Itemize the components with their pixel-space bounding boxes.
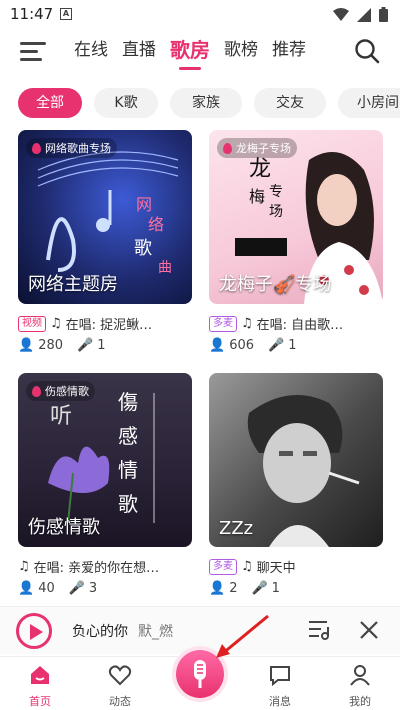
room-cover: ZZz bbox=[209, 373, 383, 547]
multi-mic-badge: 多麦 bbox=[209, 315, 237, 332]
song-singer: 默_燃 bbox=[138, 624, 173, 640]
category-tabs: 在线 直播 歌房 歌榜 推荐 bbox=[74, 36, 306, 64]
room-now-playing: ♫ 在唱: 亲爱的你在想… bbox=[18, 559, 160, 576]
chip-small-room[interactable]: 小房间 bbox=[338, 88, 400, 118]
music-note-icon: ♫ bbox=[241, 316, 253, 331]
svg-text:歌: 歌 bbox=[118, 492, 138, 516]
nav-feed[interactable]: 动态 bbox=[90, 663, 150, 709]
room-tag: 伤感情歌 bbox=[26, 381, 95, 401]
battery-icon bbox=[379, 7, 388, 22]
mic-icon: 🎤 bbox=[68, 581, 85, 596]
room-now-playing: 多麦 ♫ 在唱: 自由歌… bbox=[209, 314, 383, 333]
multi-mic-badge: 多麦 bbox=[209, 558, 237, 575]
user-icon: 👤 bbox=[209, 338, 226, 353]
user-icon: 👤 bbox=[18, 581, 35, 596]
close-icon[interactable] bbox=[358, 619, 380, 641]
tab-live[interactable]: 直播 bbox=[122, 36, 156, 64]
room-stats: 👤 2 🎤 1 bbox=[209, 581, 280, 596]
music-note-icon: ♫ bbox=[18, 559, 30, 574]
signal-icon bbox=[357, 7, 371, 22]
svg-text:情: 情 bbox=[118, 458, 138, 482]
svg-text:场: 场 bbox=[269, 204, 283, 220]
room-cover-title: 网络主题房 bbox=[28, 274, 118, 295]
room-stats: 👤 606 🎤 1 bbox=[209, 338, 297, 353]
room-tag: 龙梅子专场 bbox=[217, 138, 297, 158]
top-nav: 在线 直播 歌房 歌榜 推荐 bbox=[0, 30, 400, 74]
annotation-arrow bbox=[216, 614, 269, 658]
svg-text:感: 感 bbox=[118, 424, 138, 448]
svg-text:傷: 傷 bbox=[118, 390, 138, 414]
room-tag: 网络歌曲专场 bbox=[26, 138, 117, 158]
song-title: 负心的你 bbox=[72, 624, 128, 640]
user-icon: 👤 bbox=[209, 581, 226, 596]
app-notification-icon: A bbox=[60, 8, 72, 20]
nav-home[interactable]: 首页 bbox=[10, 663, 70, 709]
music-note-icon: ♫ bbox=[50, 316, 62, 331]
tab-recommend[interactable]: 推荐 bbox=[272, 36, 306, 64]
room-cover: 听 傷 感 情 歌 伤感情歌 伤感情歌 bbox=[18, 373, 192, 547]
mini-player[interactable]: 负心的你 默_燃 bbox=[0, 606, 400, 654]
svg-text:听: 听 bbox=[50, 404, 72, 429]
menu-icon[interactable] bbox=[20, 40, 46, 62]
svg-text:曲: 曲 bbox=[158, 260, 172, 276]
room-cover: 网 络 歌 曲 网络歌曲专场 网络主题房 bbox=[18, 130, 192, 304]
mic-icon: 🎤 bbox=[251, 581, 268, 596]
tab-charts[interactable]: 歌榜 bbox=[224, 36, 258, 64]
music-note-icon: ♫ bbox=[241, 559, 253, 574]
room-now-playing: 视频 ♫ 在唱: 捉泥鳅… bbox=[18, 314, 192, 333]
chip-all[interactable]: 全部 bbox=[18, 88, 82, 118]
room-cover-title: ZZz bbox=[219, 518, 254, 539]
chip-family[interactable]: 家族 bbox=[170, 88, 242, 118]
heart-icon bbox=[108, 665, 132, 686]
tab-online[interactable]: 在线 bbox=[74, 36, 108, 64]
playlist-icon[interactable] bbox=[308, 619, 332, 641]
svg-text:龙: 龙 bbox=[249, 157, 271, 182]
room-stats: 👤 40 🎤 3 bbox=[18, 581, 98, 596]
room-stats: 👤 280 🎤 1 bbox=[18, 338, 106, 353]
system-icons bbox=[333, 7, 388, 22]
room-cover-title: 伤感情歌 bbox=[28, 517, 100, 538]
svg-text:网: 网 bbox=[136, 195, 152, 214]
status-time: 11:47 bbox=[10, 5, 54, 23]
mic-icon: 🎤 bbox=[268, 338, 285, 353]
status-bar: 11:47 A bbox=[0, 0, 400, 28]
filter-chips: 全部 K歌 家族 交友 小房间 bbox=[18, 88, 400, 118]
chip-karaoke[interactable]: K歌 bbox=[94, 88, 158, 118]
home-icon bbox=[31, 666, 49, 684]
nav-messages[interactable]: 消息 bbox=[250, 663, 310, 709]
video-badge: 视频 bbox=[18, 315, 46, 332]
message-icon bbox=[270, 666, 290, 687]
room-now-playing: 多麦 ♫ 聊天中 bbox=[209, 557, 383, 576]
svg-text:络: 络 bbox=[148, 215, 164, 234]
svg-text:专: 专 bbox=[269, 184, 283, 200]
profile-icon bbox=[350, 665, 370, 686]
play-button[interactable] bbox=[16, 613, 52, 649]
svg-text:梅: 梅 bbox=[249, 187, 265, 206]
svg-text:歌: 歌 bbox=[134, 238, 152, 259]
search-icon[interactable] bbox=[354, 38, 380, 64]
tab-song-room[interactable]: 歌房 bbox=[170, 36, 210, 64]
room-cover: 龙 梅 专 场 龙梅子专场 龙梅子🎻专场 bbox=[209, 130, 383, 304]
wifi-icon bbox=[333, 7, 349, 21]
room-cover-title: 龙梅子🎻专场 bbox=[219, 274, 332, 295]
chip-friends[interactable]: 交友 bbox=[254, 88, 326, 118]
nav-profile[interactable]: 我的 bbox=[330, 663, 390, 709]
user-icon: 👤 bbox=[18, 338, 35, 353]
mic-icon: 🎤 bbox=[77, 338, 94, 353]
